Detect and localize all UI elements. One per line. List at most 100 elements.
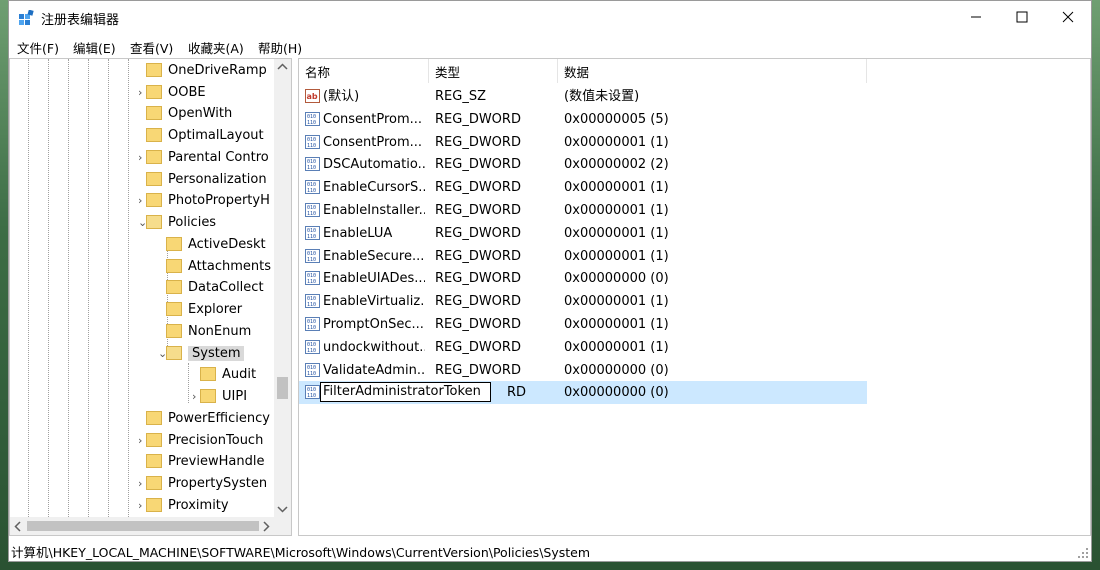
folder-icon <box>146 433 162 447</box>
table-row[interactable]: 010 110 ConsentProm... REG_DWORD 0x00000005 … <box>299 108 867 131</box>
tree-item-precisiontouchpad[interactable]: › PrecisionTouch <box>138 429 263 451</box>
value-data: (数值未设置) <box>564 89 640 104</box>
table-row[interactable]: 010 110 EnableCursorS... REG_DWORD 0x0000000… <box>299 176 867 199</box>
value-name: EnableVirtualiz... <box>323 294 425 310</box>
tree-item-optimallayout[interactable]: OptimalLayout <box>146 124 264 146</box>
tree-item-label: Personalization <box>168 171 267 187</box>
value-name: ConsentProm... <box>323 111 423 127</box>
values-list-pane[interactable]: 名称 类型 数据 ab (默认) REG_SZ (数值未设置) 010 110 Consen… <box>298 58 1091 536</box>
minimize-button[interactable] <box>953 1 999 33</box>
menu-favorites[interactable]: 收藏夹(A) <box>188 38 244 57</box>
svg-text:110: 110 <box>307 188 316 194</box>
table-row[interactable]: 010 110 ConsentProm... REG_DWORD 0x00000001 … <box>299 131 867 154</box>
status-path: 计算机\HKEY_LOCAL_MACHINE\SOFTWARE\Microsof… <box>11 545 591 560</box>
tree-item-uipi[interactable]: › UIPI <box>192 385 247 407</box>
tree-item-nonenum[interactable]: NonEnum <box>166 320 251 342</box>
folder-icon <box>166 259 182 273</box>
tree-item-personalization[interactable]: Personalization <box>146 168 267 190</box>
scroll-right-arrow-icon[interactable] <box>262 521 270 532</box>
table-row[interactable]: ab (默认) REG_SZ (数值未设置) <box>299 85 867 108</box>
value-type: REG_DWORD <box>435 294 521 310</box>
value-name: undockwithout... <box>323 339 425 355</box>
svg-text:110: 110 <box>307 393 316 399</box>
value-data: 0x00000001 (1) <box>564 317 669 332</box>
expand-chevron-icon[interactable]: › <box>138 477 142 490</box>
menu-view[interactable]: 查看(V) <box>130 38 173 57</box>
resize-grip-icon[interactable] <box>1077 547 1089 559</box>
dword-value-icon: 010110 <box>305 180 320 195</box>
scroll-up-arrow-icon[interactable] <box>277 63 288 71</box>
table-row[interactable]: 010 110 EnableInstaller... REG_DWORD 0x00000… <box>299 199 867 222</box>
expand-chevron-icon[interactable]: › <box>192 390 196 403</box>
tree-scroll-thumb[interactable] <box>277 377 288 399</box>
table-row[interactable]: 010 110 undockwithout... REG_DWORD 0x0000000… <box>299 336 867 359</box>
expand-chevron-icon[interactable]: › <box>138 151 142 164</box>
tree-item-previewhandlers[interactable]: PreviewHandle <box>146 450 264 472</box>
tree-item-parental-controls[interactable]: › Parental Contro <box>138 146 269 168</box>
dword-value-icon: 010110 <box>305 203 320 217</box>
value-data: 0x00000000 (0) <box>564 362 669 378</box>
dword-value-icon: 010110 <box>305 339 320 354</box>
menu-edit[interactable]: 编辑(E) <box>73 38 116 57</box>
tree-item-activedesktop[interactable]: ActiveDeskt <box>166 233 266 255</box>
tree-hscroll-thumb[interactable] <box>27 521 259 531</box>
tree-item-policies[interactable]: ⌄ Policies <box>138 211 216 233</box>
tree-item-audit[interactable]: Audit <box>200 363 256 385</box>
tree-item-oobe[interactable]: › OOBE <box>138 81 206 103</box>
tree-item-explorer[interactable]: Explorer <box>166 298 242 320</box>
tree-item-openwith[interactable]: OpenWith <box>146 102 232 124</box>
dword-value-icon: 010110 <box>305 362 320 377</box>
tree-item-attachments[interactable]: Attachments <box>166 255 271 277</box>
value-type: REG_DWORD <box>435 180 521 196</box>
tree-vertical-scrollbar[interactable] <box>274 59 291 517</box>
tree-item-label: Proximity <box>168 497 229 513</box>
folder-icon <box>146 476 162 490</box>
column-header-name[interactable]: 名称 <box>299 59 429 83</box>
table-row-editing[interactable]: 010 110 FilterAdministratorToken RD 0x000… <box>299 381 867 404</box>
table-row[interactable]: 010 110 PromptOnSec... REG_DWORD 0x00000001 … <box>299 313 867 336</box>
rename-input[interactable]: FilterAdministratorToken <box>320 382 491 402</box>
scroll-left-arrow-icon[interactable] <box>14 521 22 532</box>
maximize-button[interactable] <box>999 1 1045 33</box>
table-row[interactable]: 010 110 ValidateAdmin... REG_DWORD 0x0000000… <box>299 359 867 382</box>
table-row[interactable]: 010 110 EnableLUA REG_DWORD 0x00000001 (1) <box>299 222 867 245</box>
value-data: 0x00000000 (0) <box>564 271 669 287</box>
column-header-data[interactable]: 数据 <box>558 59 867 83</box>
tree-item-label: PhotoPropertyH <box>168 192 270 208</box>
dword-value-icon: 010110 <box>305 111 320 126</box>
tree-item-datacollection[interactable]: DataCollect <box>166 276 264 298</box>
close-button[interactable] <box>1045 1 1091 33</box>
menu-help[interactable]: 帮助(H) <box>258 38 302 57</box>
tree-item-powerefficiency[interactable]: PowerEfficiency <box>146 407 270 429</box>
value-type: REG_DWORD <box>435 362 521 378</box>
tree-item-system[interactable]: ⌄ System <box>158 342 245 364</box>
value-type: RD <box>507 385 527 400</box>
value-data: 0x00000001 (1) <box>564 203 669 218</box>
tree-item-proximity[interactable]: › Proximity <box>138 494 229 516</box>
expand-chevron-icon[interactable]: › <box>138 86 142 99</box>
tree-item-photopropertyhandler[interactable]: › PhotoPropertyH <box>138 189 270 211</box>
folder-icon <box>146 172 162 186</box>
expand-chevron-icon[interactable]: › <box>138 194 142 207</box>
scroll-down-arrow-icon[interactable] <box>277 505 288 513</box>
tree-horizontal-scrollbar[interactable] <box>10 517 291 535</box>
tree-item-onedriveramp[interactable]: OneDriveRamp <box>146 59 267 81</box>
tree-guide-line <box>88 59 89 517</box>
table-row[interactable]: 010 110 EnableUIADes... REG_DWORD 0x00000000… <box>299 267 867 290</box>
dword-value-icon: 010110 <box>305 157 320 172</box>
column-header-type[interactable]: 类型 <box>429 59 558 83</box>
tree-item-label: OptimalLayout <box>168 127 264 143</box>
table-row[interactable]: 010 110 EnableVirtualiz... REG_DWORD 0x00000… <box>299 290 867 313</box>
tree-item-label: PreviewHandle <box>168 453 265 469</box>
menu-file[interactable]: 文件(F) <box>17 38 59 57</box>
folder-icon <box>166 280 182 294</box>
key-tree-pane[interactable]: OneDriveRamp › OOBE OpenWith OptimalLayou… <box>9 58 292 536</box>
tree-item-label: Attachments <box>188 258 271 274</box>
menu-bar: 文件(F) 编辑(E) 查看(V) 收藏夹(A) 帮助(H) <box>9 35 1091 57</box>
expand-chevron-icon[interactable]: › <box>138 499 142 512</box>
tree-item-propertysystem[interactable]: › PropertySysten <box>138 472 267 494</box>
tree-item-label-selected: System <box>188 345 245 361</box>
expand-chevron-icon[interactable]: › <box>138 434 142 447</box>
table-row[interactable]: 010 110 DSCAutomatio... REG_DWORD 0x00000002… <box>299 153 867 176</box>
table-row[interactable]: 010 110 EnableSecure... REG_DWORD 0x00000001… <box>299 245 867 268</box>
